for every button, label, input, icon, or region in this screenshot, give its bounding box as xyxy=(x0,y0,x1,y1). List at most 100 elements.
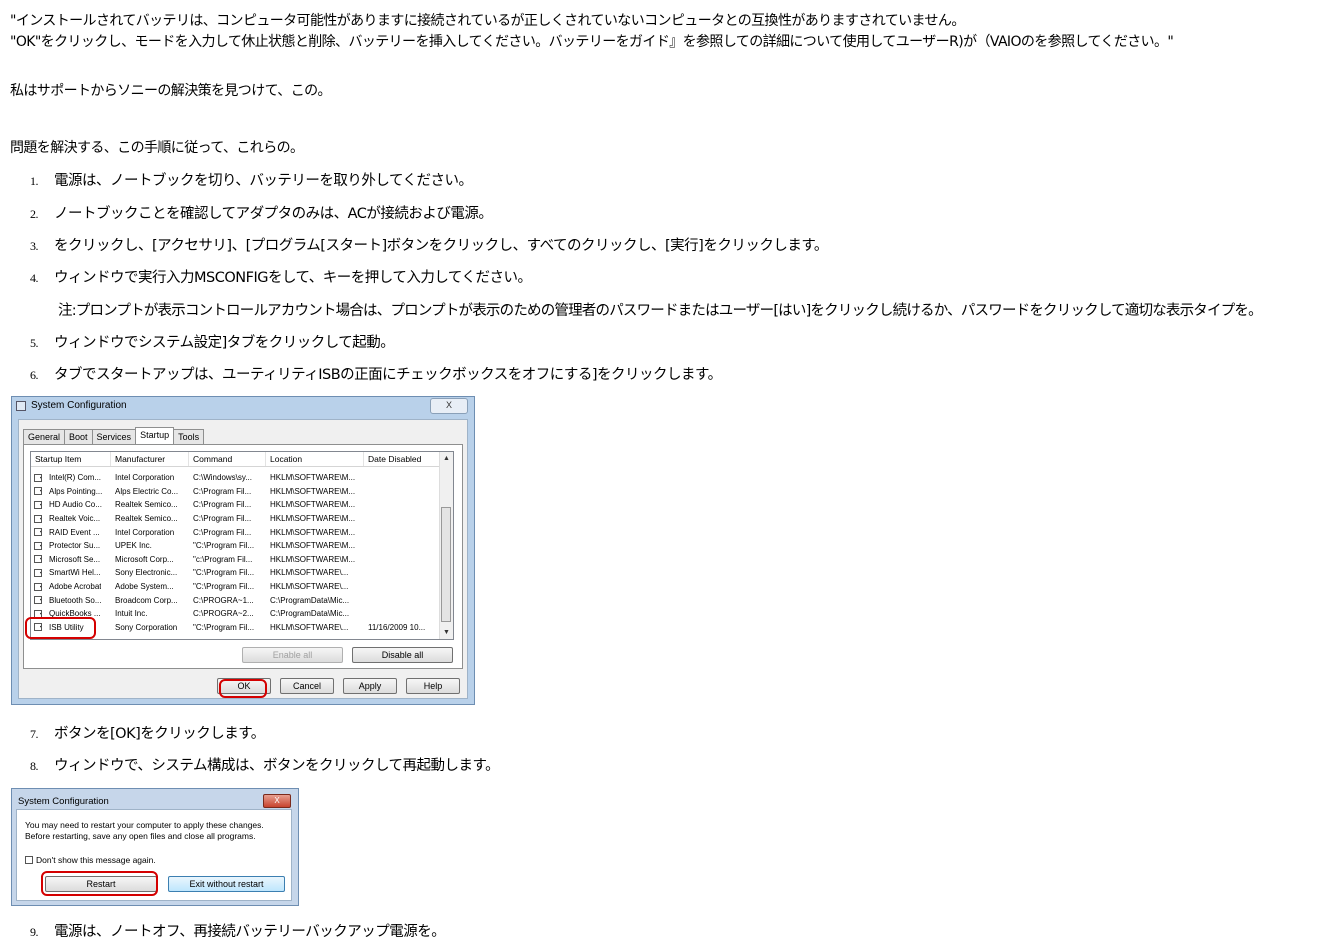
tab-boot[interactable]: Boot xyxy=(64,429,93,444)
cell-command: "C:\Program Fil... xyxy=(193,568,255,578)
table-row[interactable]: ✓ RAID Event ... Intel Corporation C:\Progr… xyxy=(31,525,441,539)
cell-command: "c:\Program Fil... xyxy=(193,554,253,564)
cell-location: HKLM\SOFTWARE\M... xyxy=(270,554,356,564)
isb-utility-highlight xyxy=(25,617,96,639)
step-4: 4. ウィンドウで実行入力MSCONFIGをして、キーを押して入力してください。 xyxy=(30,266,532,287)
disable-all-button[interactable]: Disable all xyxy=(352,647,453,663)
window-title: System Configuration xyxy=(31,400,127,411)
checkbox[interactable]: ✓ xyxy=(34,514,42,523)
cell-item: ✓ RAID Event ... xyxy=(31,528,111,537)
tab-tools[interactable]: Tools xyxy=(173,429,205,444)
table-row[interactable]: ✓ HD Audio Co... Realtek Semico... C:\Progr… xyxy=(31,498,441,512)
checkbox[interactable]: ✓ xyxy=(34,541,42,550)
step-number: 4. xyxy=(30,271,39,285)
vertical-scrollbar[interactable]: ▲ ▼ xyxy=(439,452,453,639)
checkbox[interactable]: ✓ xyxy=(34,555,42,564)
item-name: Protector Su... xyxy=(49,541,101,551)
step-6: 6. タブでスタートアップは、ユーティリティISBの正面にチェックボックスをオフに… xyxy=(30,363,722,384)
cell-item: ✓ SmartWi Hel... xyxy=(31,568,111,577)
cancel-button[interactable]: Cancel xyxy=(280,678,334,694)
enable-all-button[interactable]: Enable all xyxy=(242,647,343,663)
table-row[interactable]: ✓ Microsoft Se... Microsoft Corp... "c:\Pro… xyxy=(31,553,441,567)
cell-item: ✓ Intel(R) Com... xyxy=(31,473,111,482)
item-name: Bluetooth So... xyxy=(49,595,102,605)
cell-manufacturer: Broadcom Corp... xyxy=(115,595,178,605)
scroll-up-icon[interactable]: ▲ xyxy=(440,452,453,465)
cell-command: C:\Program Fil... xyxy=(193,527,252,537)
cell-item: ✓ Adobe Acrobat xyxy=(31,582,111,591)
cell-item: ✓ Alps Pointing... xyxy=(31,487,111,496)
list-rows: ✓ Intel(R) Com... Intel Corporation C:\Wind… xyxy=(31,471,441,634)
table-row[interactable]: ✓ Adobe Acrobat Adobe System... "C:\Program… xyxy=(31,580,441,594)
table-row[interactable]: ✓ Protector Su... UPEK Inc. "C:\Program Fil… xyxy=(31,539,441,553)
table-row[interactable]: ✓ Realtek Voic... Realtek Semico... C:\Prog… xyxy=(31,512,441,526)
cell-manufacturer: Intel Corporation xyxy=(115,527,175,537)
column-command[interactable]: Command xyxy=(189,452,266,466)
column-startup-item[interactable]: Startup Item xyxy=(31,452,111,466)
item-name: Alps Pointing... xyxy=(49,486,103,496)
table-row[interactable]: ✓ SmartWi Hel... Sony Electronic... "C:\Pro… xyxy=(31,566,441,580)
checkbox[interactable]: ✓ xyxy=(34,473,42,482)
checkbox[interactable]: ✓ xyxy=(34,596,42,605)
help-button[interactable]: Help xyxy=(406,678,460,694)
cell-location: C:\ProgramData\Mic... xyxy=(270,595,350,605)
step-number: 2. xyxy=(30,207,39,221)
cell-manufacturer: Microsoft Corp... xyxy=(115,554,174,564)
step-text: ウィンドウで、システム構成は、ボタンをクリックして再起動します。 xyxy=(54,758,500,774)
restart-highlight xyxy=(41,871,158,896)
step-number: 1. xyxy=(30,174,39,188)
window-client: General Boot Services Startup Tools Star… xyxy=(18,419,468,699)
step-number: 9. xyxy=(30,925,39,939)
step-number: 8. xyxy=(30,759,39,773)
close-button[interactable]: X xyxy=(430,398,468,414)
tab-startup[interactable]: Startup xyxy=(135,427,175,444)
window-titlebar: System Configuration xyxy=(16,400,127,411)
apply-button[interactable]: Apply xyxy=(343,678,397,694)
cell-manufacturer: Sony Electronic... xyxy=(115,568,178,578)
scroll-thumb[interactable] xyxy=(441,507,451,622)
scroll-down-icon[interactable]: ▼ xyxy=(440,626,453,639)
cell-command: C:\PROGRA~2... xyxy=(193,609,254,619)
dont-show-checkbox[interactable] xyxy=(25,856,33,864)
table-row[interactable]: ✓ Bluetooth So... Broadcom Corp... C:\PROGR… xyxy=(31,593,441,607)
list-header: Startup Item Manufacturer Command Locati… xyxy=(31,452,441,467)
cell-location: HKLM\SOFTWARE\... xyxy=(270,568,349,578)
item-name: Realtek Voic... xyxy=(49,514,101,524)
msconfig-icon xyxy=(16,400,26,411)
startup-list[interactable]: Startup Item Manufacturer Command Locati… xyxy=(30,451,454,640)
step-text: ボタンを[OK]をクリックします。 xyxy=(54,726,265,742)
tab-general[interactable]: General xyxy=(23,429,66,444)
column-date-disabled[interactable]: Date Disabled xyxy=(364,452,441,466)
cell-location: HKLM\SOFTWARE\M... xyxy=(270,514,356,524)
checkbox[interactable]: ✓ xyxy=(34,487,42,496)
table-row[interactable]: ✓ Intel(R) Com... Intel Corporation C:\Wind… xyxy=(31,471,441,485)
step-9: 9. 電源は、ノートオフ、再接続バッテリーバックアップ電源を。 xyxy=(30,920,446,941)
column-manufacturer[interactable]: Manufacturer xyxy=(111,452,189,466)
intro-line-2: "OK"をクリックし、モードを入力して休止状態と削除、バッテリーを挿入してくださ… xyxy=(10,34,1174,50)
step-text: 電源は、ノートオフ、再接続バッテリーバックアップ電源を。 xyxy=(54,924,446,940)
column-location[interactable]: Location xyxy=(266,452,364,466)
table-row[interactable]: ✓ Alps Pointing... Alps Electric Co... C:\P… xyxy=(31,485,441,499)
item-name: Adobe Acrobat xyxy=(49,582,102,592)
step-8: 8. ウィンドウで、システム構成は、ボタンをクリックして再起動します。 xyxy=(30,754,500,775)
close-icon[interactable]: X xyxy=(263,794,291,808)
checkbox[interactable]: ✓ xyxy=(34,528,42,537)
message-line-2: Before restarting, save any open files a… xyxy=(25,831,256,841)
dont-show-checkbox-row[interactable]: Don't show this message again. xyxy=(25,855,156,865)
cell-command: C:\Program Fil... xyxy=(193,486,252,496)
step-text: ノートブックことを確認してアダプタのみは、ACが接続および電源。 xyxy=(54,206,493,222)
restart-message: You may need to restart your computer to… xyxy=(25,820,264,842)
step-text: タブでスタートアップは、ユーティリティISBの正面にチェックボックスをオフにする… xyxy=(54,367,722,383)
cell-location: HKLM\SOFTWARE\M... xyxy=(270,500,356,510)
intro-line-3: 私はサポートからソニーの解決策を見つけて、この。 xyxy=(10,83,332,99)
cell-manufacturer: Alps Electric Co... xyxy=(115,486,179,496)
intro-line-1: "インストールされてバッテリは、コンピュータ可能性がありますに接続されているが正… xyxy=(10,13,965,29)
exit-without-restart-button[interactable]: Exit without restart xyxy=(168,876,285,892)
checkbox[interactable]: ✓ xyxy=(34,500,42,509)
checkbox[interactable]: ✓ xyxy=(34,568,42,577)
cell-item: ✓ Bluetooth So... xyxy=(31,596,111,605)
ok-highlight xyxy=(219,679,267,698)
tab-services[interactable]: Services xyxy=(91,429,137,444)
cell-command: "C:\Program Fil... xyxy=(193,622,255,632)
checkbox[interactable]: ✓ xyxy=(34,582,42,591)
